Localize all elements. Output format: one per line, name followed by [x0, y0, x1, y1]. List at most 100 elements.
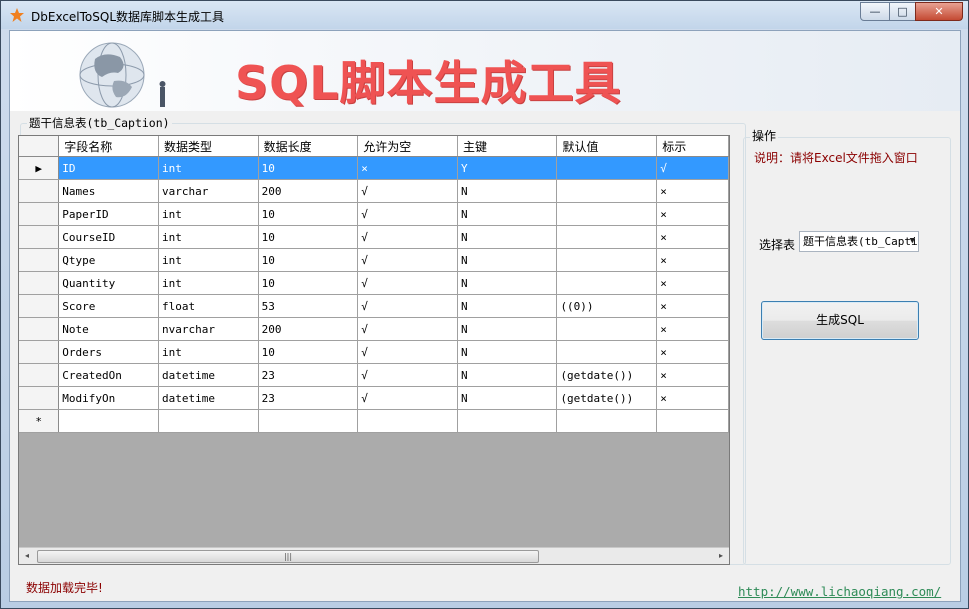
- table-cell[interactable]: ×: [656, 317, 729, 341]
- minimize-button[interactable]: —: [860, 2, 890, 21]
- table-cell[interactable]: N: [457, 225, 558, 249]
- table-cell[interactable]: [556, 248, 658, 272]
- scrollbar-thumb[interactable]: |||: [37, 550, 539, 563]
- row-header[interactable]: [19, 271, 60, 295]
- table-cell[interactable]: √: [357, 317, 458, 341]
- table-row[interactable]: Quantity int 10 √ N ×: [19, 271, 729, 295]
- table-cell[interactable]: ×: [656, 363, 729, 387]
- table-cell[interactable]: int: [158, 225, 259, 249]
- table-cell[interactable]: √: [656, 156, 729, 180]
- table-cell[interactable]: ((0)): [556, 294, 658, 318]
- table-cell[interactable]: √: [357, 202, 458, 226]
- table-cell[interactable]: CourseID: [58, 225, 159, 249]
- table-cell[interactable]: [556, 225, 658, 249]
- row-header[interactable]: [19, 363, 60, 387]
- table-cell[interactable]: Orders: [58, 340, 159, 364]
- table-cell[interactable]: [58, 409, 159, 433]
- table-cell[interactable]: 200: [258, 317, 359, 341]
- table-cell[interactable]: √: [357, 363, 458, 387]
- table-cell[interactable]: √: [357, 179, 458, 203]
- row-header[interactable]: [19, 248, 60, 272]
- column-header[interactable]: 默认值: [556, 136, 658, 157]
- table-cell[interactable]: [656, 409, 729, 433]
- table-cell[interactable]: int: [158, 156, 259, 180]
- scroll-left-icon[interactable]: ◂: [19, 548, 35, 564]
- table-cell[interactable]: varchar: [158, 179, 259, 203]
- table-cell[interactable]: 10: [258, 248, 359, 272]
- table-cell[interactable]: CreatedOn: [58, 363, 159, 387]
- table-cell[interactable]: ×: [357, 156, 458, 180]
- column-header[interactable]: 数据长度: [258, 136, 359, 157]
- table-cell[interactable]: 53: [258, 294, 359, 318]
- row-header[interactable]: [19, 202, 60, 226]
- table-cell[interactable]: (getdate()): [556, 363, 658, 387]
- row-header[interactable]: [19, 386, 60, 410]
- table-cell[interactable]: 10: [258, 225, 359, 249]
- table-cell[interactable]: [556, 340, 658, 364]
- table-cell[interactable]: N: [457, 179, 558, 203]
- table-cell[interactable]: N: [457, 363, 558, 387]
- table-cell[interactable]: N: [457, 202, 558, 226]
- table-cell[interactable]: int: [158, 202, 259, 226]
- table-cell[interactable]: ×: [656, 179, 729, 203]
- table-cell[interactable]: Score: [58, 294, 159, 318]
- website-link[interactable]: http://www.lichaoqiang.com/: [738, 584, 941, 599]
- table-row[interactable]: Qtype int 10 √ N ×: [19, 248, 729, 272]
- table-row[interactable]: ModifyOn datetime 23 √ N (getdate()) ×: [19, 386, 729, 410]
- table-row[interactable]: CreatedOn datetime 23 √ N (getdate()) ×: [19, 363, 729, 387]
- table-cell[interactable]: Quantity: [58, 271, 159, 295]
- table-cell[interactable]: ×: [656, 294, 729, 318]
- table-cell[interactable]: [556, 271, 658, 295]
- table-cell[interactable]: √: [357, 248, 458, 272]
- row-header[interactable]: [19, 225, 60, 249]
- table-cell[interactable]: [556, 179, 658, 203]
- table-cell[interactable]: int: [158, 340, 259, 364]
- dropdown-arrow-icon[interactable]: ▼: [910, 232, 915, 251]
- table-cell[interactable]: N: [457, 340, 558, 364]
- table-cell[interactable]: [457, 409, 558, 433]
- table-cell[interactable]: Names: [58, 179, 159, 203]
- table-cell[interactable]: ModifyOn: [58, 386, 159, 410]
- scroll-right-icon[interactable]: ▸: [713, 548, 729, 564]
- table-row[interactable]: PaperID int 10 √ N ×: [19, 202, 729, 226]
- row-header[interactable]: [19, 179, 60, 203]
- table-cell[interactable]: [556, 409, 658, 433]
- row-header[interactable]: [19, 317, 60, 341]
- fields-datagrid[interactable]: 字段名称 数据类型 数据长度 允许为空 主键 默认值 标示 ▶ ID int 10 × Y…: [18, 135, 730, 565]
- row-header[interactable]: ▶: [19, 156, 60, 180]
- table-cell[interactable]: [258, 409, 359, 433]
- table-cell[interactable]: ×: [656, 340, 729, 364]
- table-cell[interactable]: datetime: [158, 386, 259, 410]
- table-cell[interactable]: [158, 409, 259, 433]
- table-cell[interactable]: ×: [656, 271, 729, 295]
- table-cell[interactable]: √: [357, 294, 458, 318]
- table-cell[interactable]: [357, 409, 458, 433]
- row-header[interactable]: [19, 294, 60, 318]
- table-cell[interactable]: nvarchar: [158, 317, 259, 341]
- column-header[interactable]: 标示: [656, 136, 729, 157]
- table-cell[interactable]: ×: [656, 248, 729, 272]
- table-cell[interactable]: 10: [258, 202, 359, 226]
- table-cell[interactable]: ×: [656, 386, 729, 410]
- table-cell[interactable]: int: [158, 271, 259, 295]
- title-bar[interactable]: DbExcelToSQL数据库脚本生成工具 — □ ✕: [1, 1, 968, 29]
- table-cell[interactable]: N: [457, 271, 558, 295]
- generate-sql-button[interactable]: 生成SQL: [761, 301, 919, 340]
- table-cell[interactable]: ×: [656, 225, 729, 249]
- table-cell[interactable]: datetime: [158, 363, 259, 387]
- table-cell[interactable]: 10: [258, 340, 359, 364]
- table-row[interactable]: ▶ ID int 10 × Y √: [19, 156, 729, 180]
- table-row[interactable]: Orders int 10 √ N ×: [19, 340, 729, 364]
- table-cell[interactable]: N: [457, 294, 558, 318]
- table-cell[interactable]: 23: [258, 363, 359, 387]
- table-cell[interactable]: √: [357, 386, 458, 410]
- row-header[interactable]: [19, 340, 60, 364]
- table-cell[interactable]: 10: [258, 271, 359, 295]
- table-cell[interactable]: √: [357, 340, 458, 364]
- table-cell[interactable]: N: [457, 386, 558, 410]
- table-cell[interactable]: (getdate()): [556, 386, 658, 410]
- table-cell[interactable]: ID: [58, 156, 159, 180]
- column-header[interactable]: 主键: [457, 136, 558, 157]
- new-row-marker[interactable]: *: [19, 409, 60, 433]
- table-cell[interactable]: N: [457, 248, 558, 272]
